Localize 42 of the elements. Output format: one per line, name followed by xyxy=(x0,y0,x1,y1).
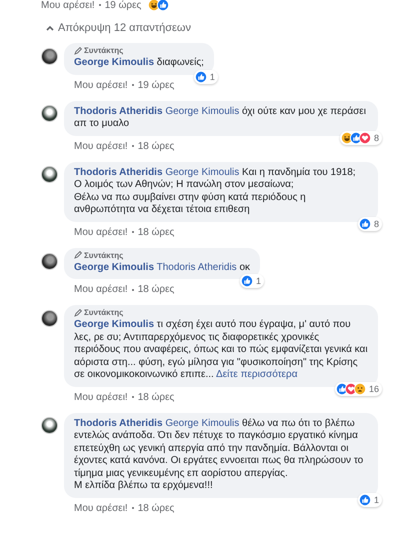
reaction-summary[interactable]: 16 xyxy=(334,382,382,396)
reaction-summary[interactable]: 1 xyxy=(194,70,218,84)
author-badge: Συντάκτης xyxy=(74,46,204,55)
mention-link[interactable]: George Kimoulis xyxy=(165,166,240,178)
author-badge: Συντάκτης xyxy=(74,250,250,260)
like-link[interactable]: Μου αρέσει! xyxy=(74,392,128,402)
avatar[interactable] xyxy=(41,48,58,65)
avatar[interactable] xyxy=(41,104,58,122)
author-badge: Συντάκτης xyxy=(74,308,368,317)
like-link[interactable]: Μου αρέσει! xyxy=(74,284,128,295)
avatar[interactable] xyxy=(41,310,58,327)
comment-text: George Kimoulis τι σχέση έχει αυτό που έγραψα, μ' αυτό που λες, ρε συ; Αντιπαρερχόμενος τις διαφορετικές χρονικές περιόδους που αναφέρεις, όπως και το πώς εμφανίζεται γενικά και αόριστα στη... φύση, εγώ μίλησα για "φυσικοποίηση" της Κρίσης σε οικονομικοκοινωνικό επιπε... Δείτε περισσότερα xyxy=(74,319,368,382)
hide-replies-link[interactable]: Απόκρυψη 12 απαντήσεων xyxy=(46,22,192,34)
timestamp: 19 ώρες xyxy=(138,80,174,90)
avatar[interactable] xyxy=(41,416,58,434)
reaction-summary[interactable]: 1 xyxy=(358,492,382,506)
comment-text: Thodoris Atheridis George Kimoulis Και η πανδημία του 1918; Ο λοιμός των Αθηνών; Η πανώλη στον μεσαίωνα; Θέλω να πω συμβαίνει στην φύση κατά περιόδους η ανθρωπότητα να δέχεται τέτοια επιθεση xyxy=(74,166,357,216)
comment-text: Thodoris Atheridis George Kimoulis όχι ούτε καν μου χε περάσει απ το μυαλο xyxy=(74,106,367,130)
like-link[interactable]: Μου αρέσει! xyxy=(74,140,128,152)
avatar[interactable] xyxy=(41,166,58,182)
mention-link[interactable]: George Kimoulis xyxy=(165,418,240,428)
chevron-up-icon xyxy=(46,25,54,31)
timestamp: 18 ώρες xyxy=(138,284,174,295)
timestamp: 19 ώρες xyxy=(104,0,142,10)
comment-text: George Kimoulis Thodoris Atheridis οκ xyxy=(74,262,250,274)
timestamp: 18 ώρες xyxy=(138,226,174,238)
comment-text: George Kimoulis διαφωνείς; xyxy=(74,57,204,70)
like-link[interactable]: Μου αρέσει! xyxy=(74,80,128,90)
timestamp: 18 ώρες xyxy=(138,502,174,514)
reaction-summary[interactable]: 8 xyxy=(340,130,382,144)
like-link[interactable]: Μου αρέσει! xyxy=(41,0,95,10)
reaction-summary[interactable]: 8 xyxy=(358,216,382,230)
mention-link[interactable]: George Kimoulis xyxy=(165,106,240,116)
reaction-summary[interactable]: 1 xyxy=(240,274,264,288)
see-more-link[interactable]: Δείτε περισσότερα xyxy=(216,369,298,380)
like-link[interactable]: Μου αρέσει! xyxy=(74,502,128,514)
mention-link[interactable]: Thodoris Atheridis xyxy=(156,262,237,272)
like-link[interactable]: Μου αρέσει! xyxy=(74,226,128,238)
timestamp: 18 ώρες xyxy=(138,392,174,402)
timestamp: 18 ώρες xyxy=(138,140,174,152)
comment-text: Thodoris Atheridis George Kimoulis θέλω να πω ότι το βλέπω εντελώς ανάποδα. Ότι δεν πέτυχε το παγκόσμιο εργατικό κίνημα επετεύχθη ως γενική απεργία από την πανδημία. Βάλλονται οι έχοντες κατά κανόνα. Οι εργάτες εννοειται πως θα πληρώσουν το τίμημα μιας γενικευμένης επ αορίστου απεργίας. Μ ελπίδα βλέπω τα ερχόμενα!!! xyxy=(74,418,364,492)
avatar[interactable] xyxy=(41,252,58,270)
